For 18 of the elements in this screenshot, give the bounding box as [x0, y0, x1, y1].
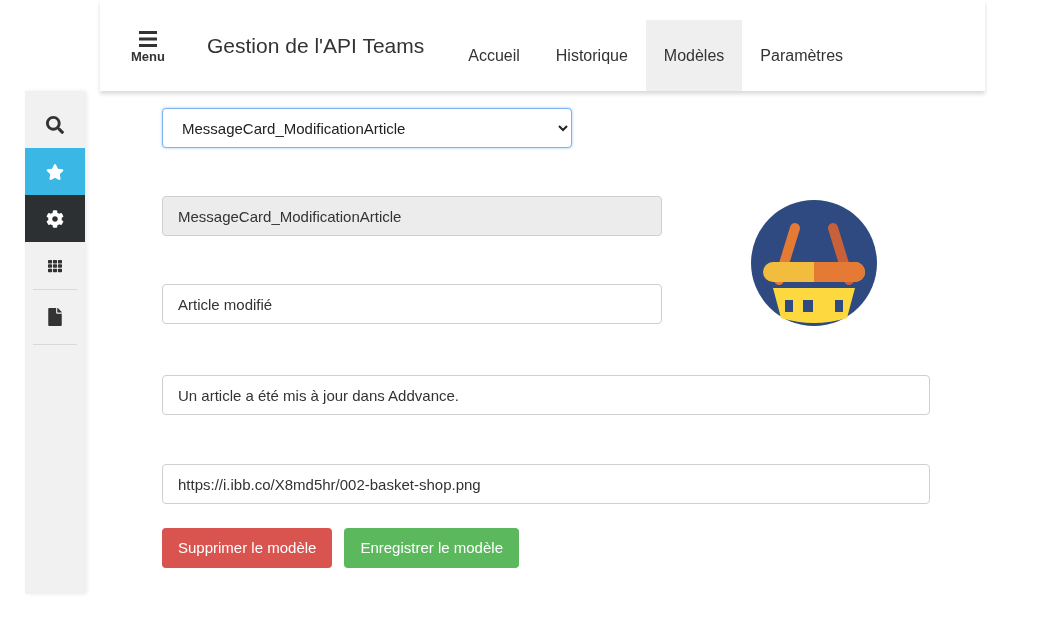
text-field[interactable]: https://i.ibb.co/X8md5hr/002-basket-shop.png	[162, 464, 930, 504]
menu-button[interactable]: Menu	[100, 24, 196, 67]
settings-icon	[46, 209, 64, 228]
text-field[interactable]: Un article a été mis à jour dans Addvance.	[162, 375, 930, 415]
search-icon	[46, 115, 64, 134]
nav-tab[interactable]: Accueil	[450, 20, 538, 91]
sidebar-button[interactable]	[25, 195, 85, 242]
template-select[interactable]: MessageCard_ModificationArticle	[162, 108, 572, 148]
nav-tab[interactable]: Modèles	[645, 20, 743, 91]
app-title: Gestion de l'API Teams	[207, 32, 425, 59]
text-field[interactable]: Article modifié	[162, 284, 662, 324]
menu-icon	[139, 30, 157, 47]
file-icon	[46, 308, 64, 326]
nav-tab[interactable]: Paramètres	[742, 20, 862, 91]
nav-tab[interactable]: Historique	[537, 20, 646, 91]
star-icon	[46, 162, 64, 181]
delete-button[interactable]: Supprimer le modèle	[162, 528, 333, 568]
grid-icon	[48, 258, 62, 273]
